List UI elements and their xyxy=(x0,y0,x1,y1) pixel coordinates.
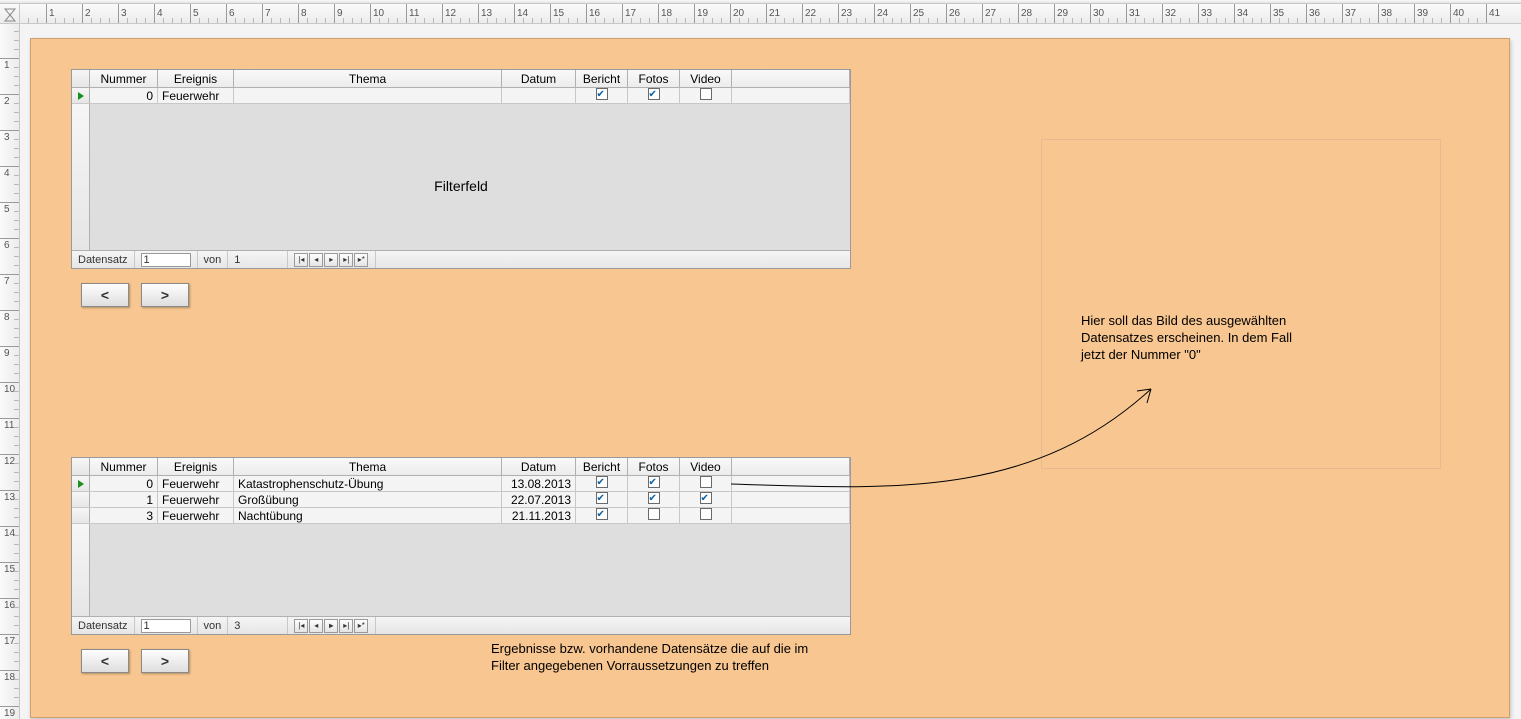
form-design-canvas[interactable]: Nummer Ereignis Thema Datum Bericht Foto… xyxy=(20,24,1521,719)
vertical-ruler: 12345678910111213141516171819 xyxy=(0,24,20,719)
form-page-background: Nummer Ereignis Thema Datum Bericht Foto… xyxy=(30,38,1510,718)
ruler-origin-corner xyxy=(0,4,20,23)
horizontal-ruler: 1234567891011121314151617181920212223242… xyxy=(0,4,1521,24)
annotation-arrow-icon xyxy=(31,39,1511,719)
hourglass-icon xyxy=(3,8,17,22)
